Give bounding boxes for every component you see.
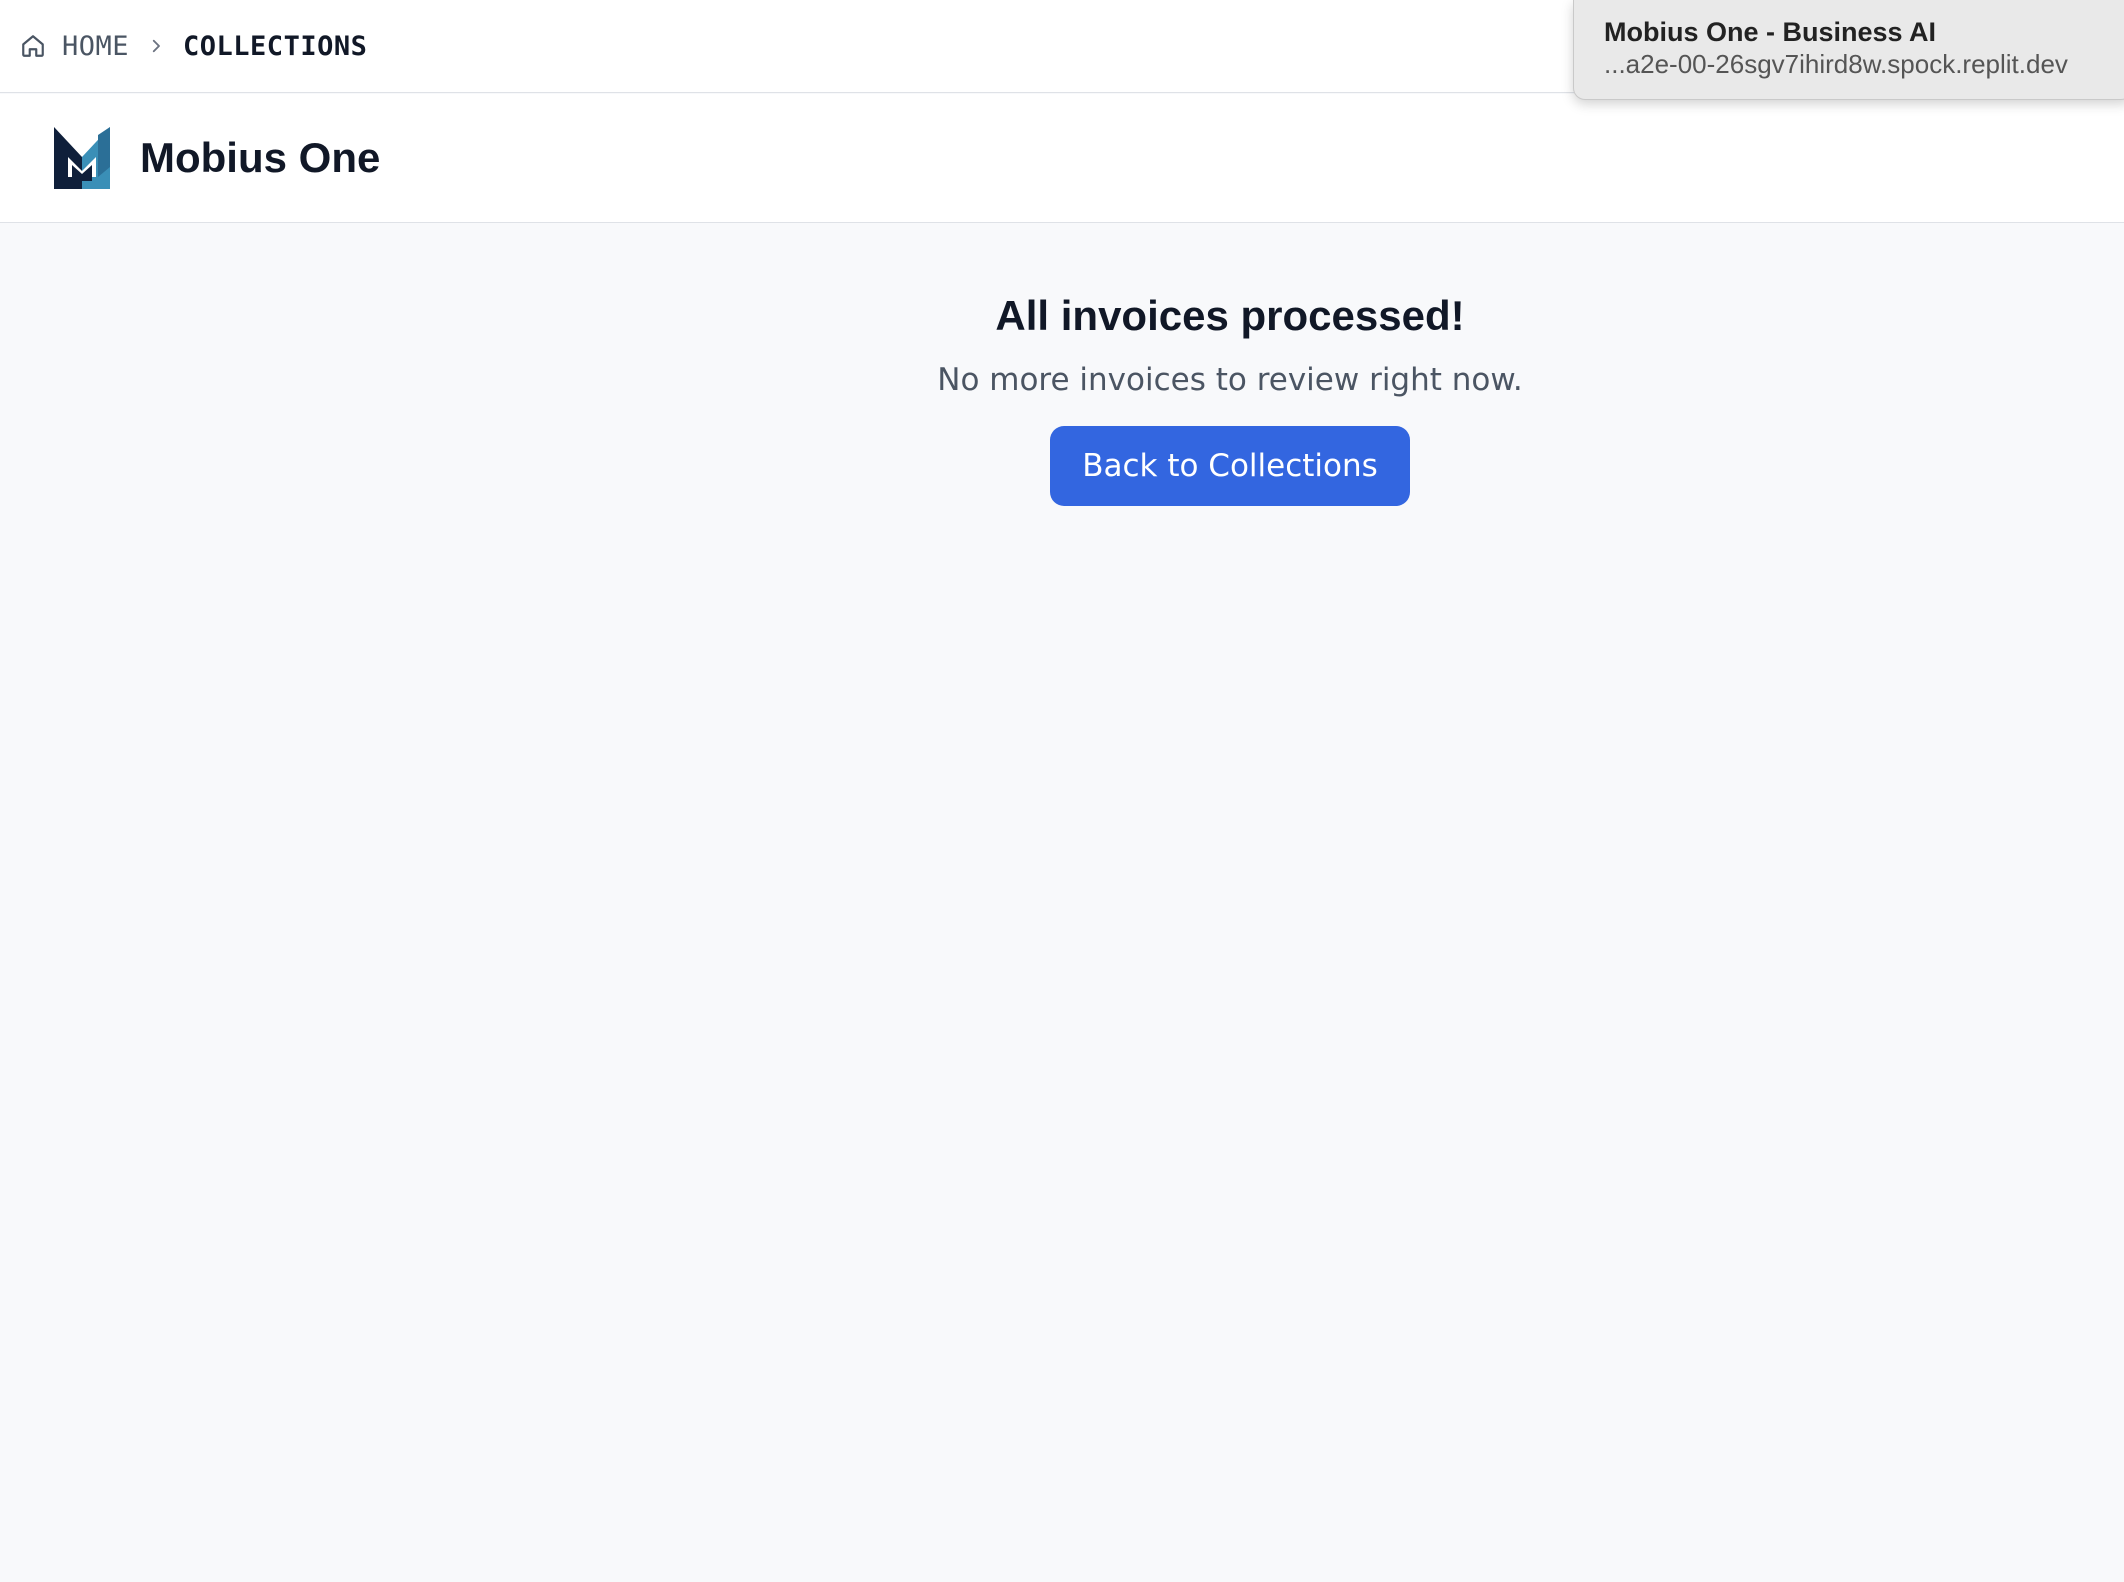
- empty-state-title: All invoices processed!: [995, 292, 1465, 339]
- main-content: All invoices processed! No more invoices…: [0, 224, 2124, 1582]
- app-title: Mobius One: [140, 134, 381, 181]
- chevron-right-icon: [141, 31, 171, 61]
- back-to-collections-button[interactable]: Back to Collections: [1050, 426, 1410, 506]
- tooltip-title: Mobius One - Business AI: [1604, 17, 1937, 47]
- breadcrumb-home-link[interactable]: HOME: [62, 31, 129, 62]
- app-header: Mobius One: [0, 94, 2124, 223]
- empty-state-subtitle: No more invoices to review right now.: [937, 362, 1523, 398]
- page: HOME COLLECTIONS Mobius One All invoices…: [0, 0, 2124, 1582]
- home-icon[interactable]: [18, 31, 48, 61]
- mobius-logo-icon[interactable]: [54, 127, 110, 189]
- tooltip-url: ...a2e-00-26sgv7ihird8w.spock.replit.dev: [1604, 49, 2068, 79]
- breadcrumb-current: COLLECTIONS: [183, 30, 368, 62]
- tab-tooltip: Mobius One - Business AI ...a2e-00-26sgv…: [1573, 0, 2124, 100]
- empty-state: All invoices processed! No more invoices…: [830, 288, 1630, 506]
